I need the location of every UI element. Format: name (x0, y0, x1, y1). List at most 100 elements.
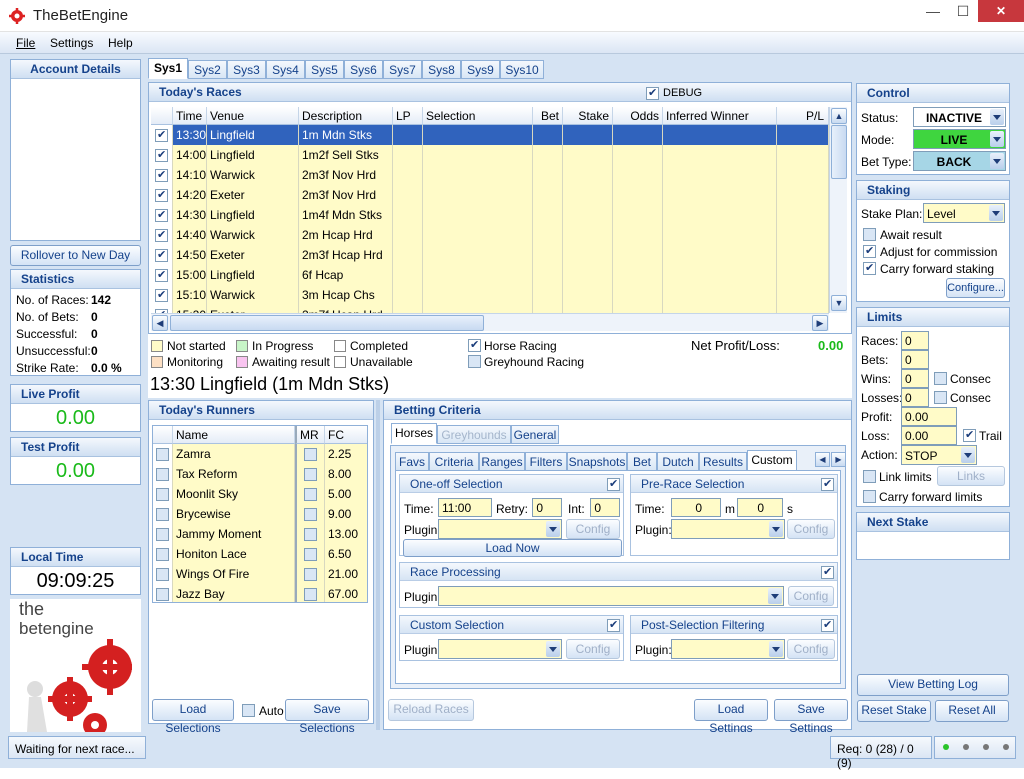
race-processing-checkbox[interactable] (821, 565, 834, 579)
losses-consec-checkbox[interactable] (934, 391, 947, 404)
reload-races-button[interactable]: Reload Races (388, 699, 474, 721)
runner-select-checkbox[interactable] (156, 488, 169, 501)
runner-row[interactable]: Brycewise 9.00 (153, 504, 367, 524)
rollover-button[interactable]: Rollover to New Day (10, 245, 141, 266)
runner-select-checkbox[interactable] (156, 528, 169, 541)
limit-wins-input[interactable]: 0 (901, 369, 929, 388)
post-config-button[interactable]: Config (787, 639, 835, 659)
custom-plugin-select[interactable] (438, 639, 562, 659)
subtab-next-icon[interactable]: ▶ (831, 452, 846, 467)
col-pl[interactable]: P/L (777, 107, 829, 125)
links-button[interactable]: Links (937, 466, 1005, 486)
tab-general[interactable]: General (511, 425, 559, 444)
runner-row[interactable]: Wings Of Fire 21.00 (153, 564, 367, 584)
load-settings-button[interactable]: Load Settings (694, 699, 768, 735)
races-hscroll-thumb[interactable] (170, 315, 484, 331)
horse-racing-checkbox[interactable] (468, 338, 481, 352)
runner-row[interactable]: Jazz Bay 67.00 (153, 584, 367, 602)
col-stake[interactable]: Stake (563, 107, 613, 125)
configure-button[interactable]: Configure... (946, 278, 1005, 298)
subtab-results[interactable]: Results (699, 452, 747, 471)
oneoff-plugin-select[interactable] (438, 519, 562, 539)
runner-col-name[interactable]: Name (173, 426, 295, 444)
runner-mr-checkbox[interactable] (304, 448, 317, 461)
tab-sys2[interactable]: Sys2 (188, 60, 227, 79)
race-processing-plugin-select[interactable] (438, 586, 784, 606)
post-selection-checkbox[interactable] (821, 618, 834, 632)
subtab-snapshots[interactable]: Snapshots (567, 452, 627, 471)
adjust-commission-checkbox[interactable] (863, 244, 876, 258)
prerace-seconds-spinner[interactable]: 0 (737, 498, 783, 517)
save-selections-button[interactable]: Save Selections (285, 699, 369, 735)
race-enable-checkbox[interactable] (155, 268, 168, 282)
runner-row[interactable]: Moonlit Sky 5.00 (153, 484, 367, 504)
greyhound-racing-checkbox[interactable] (468, 355, 481, 368)
status-select[interactable]: INACTIVE (913, 107, 1006, 127)
race-row[interactable]: 14:50Exeter2m3f Hcap Hrd (151, 245, 829, 265)
tab-sys8[interactable]: Sys8 (422, 60, 461, 79)
prerace-minutes-spinner[interactable]: 0 (671, 498, 721, 517)
custom-config-button[interactable]: Config (566, 639, 620, 659)
scroll-down-icon[interactable]: ▼ (831, 295, 847, 311)
col-description[interactable]: Description (299, 107, 393, 125)
tab-horses[interactable]: Horses (391, 423, 437, 444)
oneoff-time-input[interactable]: 11:00 (438, 498, 492, 517)
tab-sys6[interactable]: Sys6 (344, 60, 383, 79)
races-hscrollbar[interactable]: ◀ ▶ (151, 313, 829, 331)
runner-mr-checkbox[interactable] (304, 488, 317, 501)
tab-sys3[interactable]: Sys3 (227, 60, 266, 79)
col-lp[interactable]: LP (393, 107, 423, 125)
col-inferred-winner[interactable]: Inferred Winner (663, 107, 777, 125)
race-enable-checkbox[interactable] (155, 248, 168, 262)
minimize-button[interactable]: — (918, 0, 948, 24)
tab-sys5[interactable]: Sys5 (305, 60, 344, 79)
bettype-select[interactable]: BACK (913, 151, 1006, 171)
load-selections-button[interactable]: Load Selections (152, 699, 234, 735)
custom-selection-checkbox[interactable] (607, 618, 620, 632)
col-odds[interactable]: Odds (613, 107, 663, 125)
race-row[interactable]: 14:20Exeter2m3f Nov Hrd (151, 185, 829, 205)
limit-races-input[interactable]: 0 (901, 331, 929, 350)
col-selection[interactable]: Selection (423, 107, 533, 125)
prerace-config-button[interactable]: Config (787, 519, 835, 539)
race-processing-config-button[interactable]: Config (788, 586, 834, 606)
prerace-plugin-select[interactable] (671, 519, 785, 539)
maximize-button[interactable]: ☐ (948, 0, 978, 24)
runner-mr-checkbox[interactable] (304, 508, 317, 521)
scroll-left-icon[interactable]: ◀ (152, 315, 168, 331)
post-plugin-select[interactable] (671, 639, 785, 659)
races-vscrollbar[interactable]: ▲ ▼ (829, 107, 847, 313)
limit-losses-input[interactable]: 0 (901, 388, 929, 407)
wins-consec-checkbox[interactable] (934, 372, 947, 385)
mode-select[interactable]: LIVE (913, 129, 1006, 149)
carry-limits-checkbox[interactable] (863, 490, 876, 503)
race-row[interactable]: 14:00Lingfield1m2f Sell Stks (151, 145, 829, 165)
race-enable-checkbox[interactable] (155, 288, 168, 302)
runner-mr-checkbox[interactable] (304, 588, 317, 601)
auto-checkbox[interactable] (242, 704, 255, 717)
race-row[interactable]: 15:10Warwick3m Hcap Chs (151, 285, 829, 305)
race-enable-checkbox[interactable] (155, 188, 168, 202)
menu-help[interactable]: Help (108, 36, 133, 50)
race-enable-checkbox[interactable] (155, 208, 168, 222)
tab-sys9[interactable]: Sys9 (461, 60, 500, 79)
link-limits-checkbox[interactable] (863, 470, 876, 483)
race-row[interactable]: 14:10Warwick2m3f Nov Hrd (151, 165, 829, 185)
limit-profit-input[interactable]: 0.00 (901, 407, 957, 426)
scroll-right-icon[interactable]: ▶ (812, 315, 828, 331)
oneoff-config-button[interactable]: Config (566, 519, 620, 539)
subtab-bet[interactable]: Bet (627, 452, 657, 471)
prerace-enable-checkbox[interactable] (821, 477, 834, 491)
await-result-checkbox[interactable] (863, 228, 876, 241)
runner-select-checkbox[interactable] (156, 568, 169, 581)
runner-mr-checkbox[interactable] (304, 548, 317, 561)
menu-settings[interactable]: Settings (50, 36, 93, 50)
col-venue[interactable]: Venue (207, 107, 299, 125)
view-betting-log-button[interactable]: View Betting Log (857, 674, 1009, 696)
runner-row[interactable]: Tax Reform 8.00 (153, 464, 367, 484)
race-enable-checkbox[interactable] (155, 128, 168, 142)
tab-sys10[interactable]: Sys10 (500, 60, 544, 79)
race-row[interactable]: 15:20Exeter2m7f Hcap Hrd (151, 305, 829, 313)
races-vscroll-thumb[interactable] (831, 125, 847, 179)
runner-select-checkbox[interactable] (156, 508, 169, 521)
